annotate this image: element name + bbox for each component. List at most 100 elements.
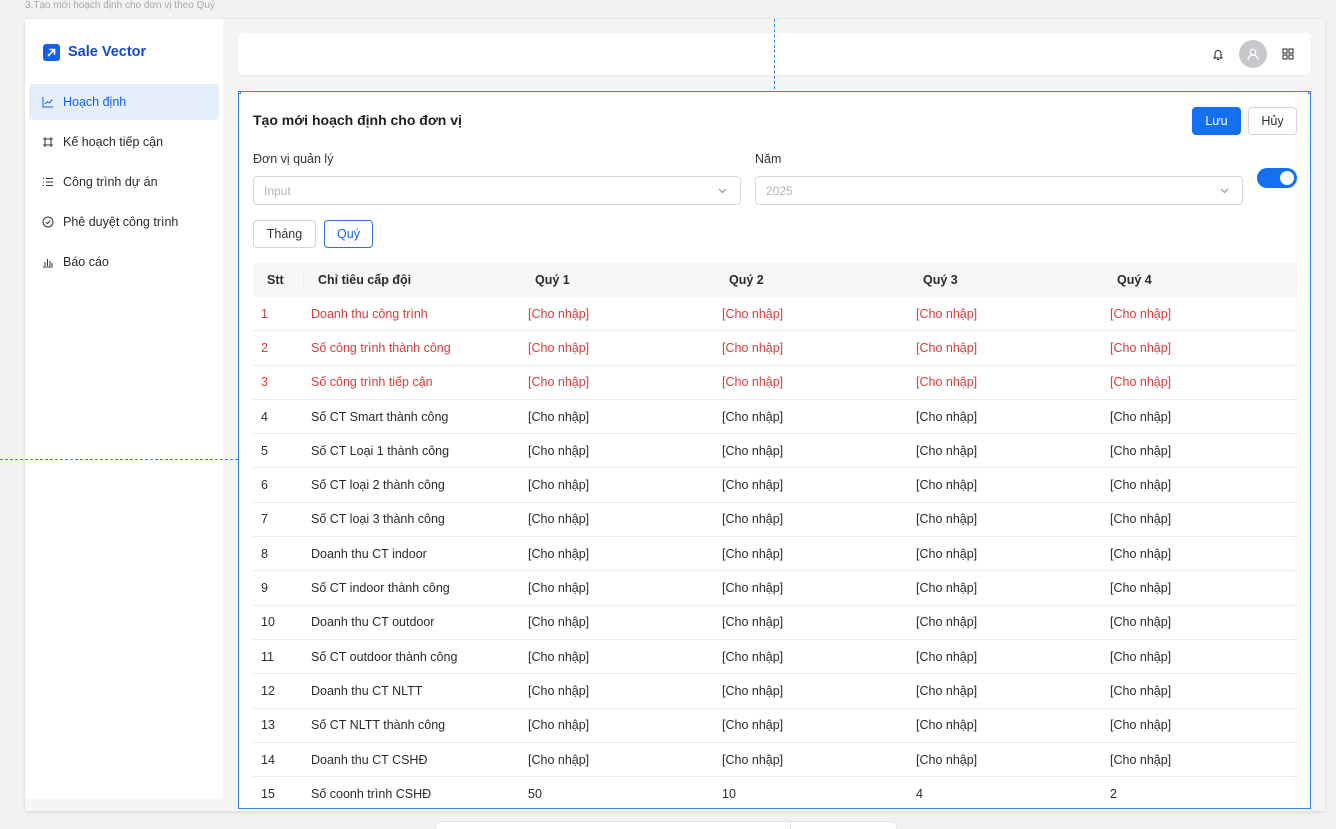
- cell-q4-input[interactable]: [Cho nhập]: [1103, 581, 1297, 595]
- cell-q2-input[interactable]: [Cho nhập]: [715, 547, 909, 561]
- logo[interactable]: Sale Vector: [43, 42, 146, 62]
- cell-q2-input[interactable]: [Cho nhập]: [715, 753, 909, 767]
- unit-label: Đơn vị quản lý: [253, 152, 334, 166]
- cell-q4-input[interactable]: [Cho nhập]: [1103, 650, 1297, 664]
- cell-q3-input[interactable]: [Cho nhập]: [909, 650, 1103, 664]
- cell-q4-input[interactable]: [Cho nhập]: [1103, 615, 1297, 629]
- selection-handle[interactable]: [1308, 92, 1310, 94]
- cell-q2-input[interactable]: [Cho nhập]: [715, 718, 909, 732]
- cell-name: Doanh thu CT outdoor: [311, 615, 435, 630]
- cell-q3-input[interactable]: [Cho nhập]: [909, 615, 1103, 629]
- cell-q4-input[interactable]: [Cho nhập]: [1103, 375, 1297, 389]
- cell-q1-input[interactable]: [Cho nhập]: [521, 547, 715, 561]
- table-row: 2 Số công trình thành công [Cho nhập] [Cho …: [253, 331, 1298, 366]
- cell-q4-input[interactable]: [Cho nhập]: [1103, 341, 1297, 355]
- bell-icon[interactable]: [1211, 47, 1225, 61]
- cell-q2-input[interactable]: [Cho nhập]: [715, 410, 909, 424]
- cell-q4-input[interactable]: [Cho nhập]: [1103, 478, 1297, 492]
- cell-q3-input[interactable]: [Cho nhập]: [909, 512, 1103, 526]
- period-month-button[interactable]: Tháng: [253, 220, 316, 248]
- cancel-button[interactable]: Hủy: [1248, 107, 1297, 135]
- cell-q2-input[interactable]: [Cho nhập]: [715, 615, 909, 629]
- cell-q4-input[interactable]: [Cho nhập]: [1103, 684, 1297, 698]
- unit-select-placeholder: Input: [264, 183, 291, 198]
- apps-grid-icon[interactable]: [1281, 47, 1295, 61]
- cell-q1-input[interactable]: [Cho nhập]: [521, 581, 715, 595]
- cell-q1-input[interactable]: [Cho nhập]: [521, 650, 715, 664]
- cell-name: Số CT Loại 1 thành công: [311, 443, 450, 458]
- cell-name: Số CT NLTT thành công: [311, 718, 446, 733]
- toggle-switch[interactable]: [1257, 168, 1297, 188]
- cell-q3-input[interactable]: [Cho nhập]: [909, 753, 1103, 767]
- cell-q3-input[interactable]: [Cho nhập]: [909, 410, 1103, 424]
- cell-q1-input[interactable]: [Cho nhập]: [521, 444, 715, 458]
- cell-q4-input[interactable]: [Cho nhập]: [1103, 753, 1297, 767]
- table-row: 13 Số CT NLTT thành công [Cho nhập] [Cho nh…: [253, 709, 1298, 743]
- cell-q3-input[interactable]: [Cho nhập]: [909, 718, 1103, 732]
- cell-q1-input[interactable]: [Cho nhập]: [521, 410, 715, 424]
- cell-q1-input[interactable]: [Cho nhập]: [521, 512, 715, 526]
- cell-q3-input[interactable]: [Cho nhập]: [909, 547, 1103, 561]
- cell-q1-input[interactable]: [Cho nhập]: [521, 684, 715, 698]
- cell-q2-input[interactable]: [Cho nhập]: [715, 512, 909, 526]
- sidebar-item-phe-duyet-cong-trinh[interactable]: Phê duyệt công trình: [29, 204, 219, 240]
- year-select[interactable]: 2025: [755, 176, 1243, 205]
- cell-q3-input[interactable]: [Cho nhập]: [909, 375, 1103, 389]
- cell-q2-input[interactable]: [Cho nhập]: [715, 341, 909, 355]
- cell-q3-input[interactable]: [Cho nhập]: [909, 444, 1103, 458]
- table-row: 4 Số CT Smart thành công [Cho nhập] [Cho nh…: [253, 400, 1298, 435]
- cell-q1-input[interactable]: [Cho nhập]: [521, 615, 715, 629]
- cell-name: Doanh thu CT CSHĐ: [311, 752, 428, 767]
- guide-line-horizontal: [0, 459, 238, 460]
- save-button[interactable]: Lưu: [1192, 107, 1241, 135]
- cell-q1-input[interactable]: [Cho nhập]: [521, 753, 715, 767]
- unit-select[interactable]: Input: [253, 176, 741, 205]
- cell-q1-input[interactable]: [Cho nhập]: [521, 341, 715, 355]
- cell-name: Số CT Smart thành công: [311, 409, 449, 424]
- selection-handle[interactable]: [239, 92, 241, 94]
- cell-stt: 14: [261, 752, 275, 767]
- cell-q2-input[interactable]: [Cho nhập]: [715, 684, 909, 698]
- year-select-value: 2025: [766, 183, 793, 198]
- cell-q3-input[interactable]: [Cho nhập]: [909, 478, 1103, 492]
- cell-q2-input[interactable]: [Cho nhập]: [715, 581, 909, 595]
- cell-q1-input[interactable]: 50: [521, 787, 715, 801]
- sidebar-item-bao-cao[interactable]: Báo cáo: [29, 244, 219, 280]
- cell-q1-input[interactable]: [Cho nhập]: [521, 375, 715, 389]
- cell-q3-input[interactable]: [Cho nhập]: [909, 307, 1103, 321]
- cell-q2-input[interactable]: 10: [715, 787, 909, 801]
- cell-q4-input[interactable]: [Cho nhập]: [1103, 410, 1297, 424]
- cell-q4-input[interactable]: [Cho nhập]: [1103, 547, 1297, 561]
- period-quarter-button[interactable]: Quý: [324, 220, 373, 248]
- header-q3: Quý 3: [923, 273, 958, 287]
- cell-q3-input[interactable]: 4: [909, 787, 1103, 801]
- cell-q1-input[interactable]: [Cho nhập]: [521, 307, 715, 321]
- cell-q4-input[interactable]: [Cho nhập]: [1103, 718, 1297, 732]
- table-row: 1 Doanh thu công trình [Cho nhập] [Cho nhập…: [253, 297, 1298, 332]
- cell-q2-input[interactable]: [Cho nhập]: [715, 478, 909, 492]
- table-row: 10 Doanh thu CT outdoor [Cho nhập] [Cho nhậ…: [253, 606, 1298, 640]
- cell-q3-input[interactable]: [Cho nhập]: [909, 684, 1103, 698]
- cell-q3-input[interactable]: [Cho nhập]: [909, 341, 1103, 355]
- sidebar-nav: Hoạch định Kế hoạch tiếp cận Công trình …: [29, 84, 219, 284]
- user-avatar-icon[interactable]: [1239, 40, 1267, 68]
- app-window: Sale Vector Hoạch định Kế hoạch tiếp cận…: [25, 19, 1325, 811]
- cell-q4-input[interactable]: [Cho nhập]: [1103, 444, 1297, 458]
- cell-q2-input[interactable]: [Cho nhập]: [715, 444, 909, 458]
- cell-q4-input[interactable]: 2: [1103, 787, 1297, 801]
- sidebar-item-ke-hoach-tiep-can[interactable]: Kế hoạch tiếp cận: [29, 124, 219, 160]
- cell-q4-input[interactable]: [Cho nhập]: [1103, 307, 1297, 321]
- cell-name: Số CT loại 2 thành công: [311, 478, 445, 493]
- cell-q2-input[interactable]: [Cho nhập]: [715, 650, 909, 664]
- cell-q1-input[interactable]: [Cho nhập]: [521, 718, 715, 732]
- cell-stt: 4: [261, 409, 268, 424]
- header-name: Chỉ tiêu cấp đội: [318, 273, 412, 287]
- cell-q2-input[interactable]: [Cho nhập]: [715, 375, 909, 389]
- sidebar-item-cong-trinh-du-an[interactable]: Công trình dự án: [29, 164, 219, 200]
- sidebar-item-hoach-dinh[interactable]: Hoạch định: [29, 84, 219, 120]
- sidebar-item-label: Báo cáo: [63, 255, 109, 269]
- cell-q4-input[interactable]: [Cho nhập]: [1103, 512, 1297, 526]
- cell-q2-input[interactable]: [Cho nhập]: [715, 307, 909, 321]
- cell-q3-input[interactable]: [Cho nhập]: [909, 581, 1103, 595]
- cell-q1-input[interactable]: [Cho nhập]: [521, 478, 715, 492]
